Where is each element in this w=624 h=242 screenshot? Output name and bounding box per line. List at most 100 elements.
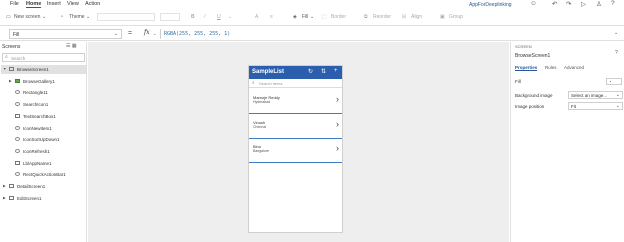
tree-item[interactable]: ▶ DetailScreen1 [1,182,86,191]
new-screen-button[interactable]: New screen [14,14,40,20]
tree-item[interactable]: ▶ BrowseGallery1 [1,77,86,86]
italic-icon[interactable]: / [204,14,205,20]
tab-advanced[interactable]: Advanced [564,65,584,70]
menu-insert[interactable]: Insert [47,1,61,7]
property-select[interactable]: Fill ⌄ [9,29,122,39]
tree-view-panel: Screens ☰ ▦ ⌕ Search ▼ BrowseScreen1 ▶ Brow… [0,42,87,242]
panel-title: Screens [2,44,21,50]
background-image-select[interactable]: Select an image... ⌄ [568,91,623,99]
tree-item[interactable]: ▼ BrowseScreen1 [1,65,86,74]
tree-item[interactable]: TextSearchBox1 [1,112,86,121]
search-placeholder: Search [11,55,26,61]
user-icon[interactable]: ♙ [596,0,602,8]
expand-formula-icon[interactable]: ⌄ [614,30,618,36]
reorder-button[interactable]: Reorder [373,14,391,20]
screen-preview[interactable]: SampleList ↻ ⇅ + ⌕ Search items Mamoje R… [248,65,343,233]
caret-right-icon[interactable]: ▶ [9,79,12,83]
add-icon[interactable]: + [334,68,338,74]
gallery-item-subtitle: Bangalore [253,149,269,153]
tab-rules[interactable]: Rules [545,65,557,70]
fill-button[interactable]: Fill [302,14,308,20]
caret-right-icon[interactable]: ▶ [3,184,6,188]
shape-icon [15,172,20,177]
ribbon: ▭ New screen ⌄ ◔ Theme ⌄ B / U ⌄ A ≡ ◈ F… [0,10,624,26]
background-image-value: Select an image... [571,93,608,98]
align-button[interactable]: Align [411,14,422,20]
bold-icon[interactable]: B [191,14,195,20]
chevron-right-icon[interactable]: › [336,119,339,129]
app-checker-icon[interactable]: ☺ [530,0,537,7]
menu-file[interactable]: File [10,1,19,7]
function-icon[interactable]: fx [144,29,150,36]
menu-action[interactable]: Action [85,1,100,7]
tree-item-label: Rectangle11 [23,90,48,96]
fill-bucket-icon[interactable]: ◈ [293,14,297,20]
tree-item[interactable]: RectQuickActionBar1 [1,170,86,179]
menu-home[interactable]: Home [26,1,42,8]
border-button[interactable]: Border [331,14,346,20]
tree-item[interactable]: IconSortUpDown1 [1,135,86,144]
font-size-down-icon[interactable]: ⌄ [228,14,232,20]
shape-icon [15,137,20,142]
theme-chevron-icon[interactable]: ⌄ [86,14,90,20]
image-position-select[interactable]: Fit ⌄ [568,102,623,110]
reorder-icon[interactable]: ⧉ [364,14,368,20]
font-color-icon[interactable]: A [255,14,258,20]
box-icon [15,160,20,165]
sort-icon[interactable]: ⇅ [321,68,326,75]
align-icon[interactable]: ⊟ [402,14,406,20]
tab-properties[interactable]: Properties [515,65,538,71]
theme-button[interactable]: Theme [69,14,85,20]
chevron-down-icon: ⌄ [113,31,118,37]
gallery-item[interactable]: Vinush Chennai › [249,114,342,139]
search-icon: ⌕ [252,80,255,85]
tree-item-label: EditScreen1 [17,195,42,201]
tree-item[interactable]: LblAppName1 [1,159,86,168]
image-position-value: Fit [571,104,576,109]
tree-item-label: IconRefresh1 [23,148,50,154]
theme-icon[interactable]: ◔ [60,14,63,20]
play-icon[interactable]: ▷ [581,0,586,8]
align-text-icon[interactable]: ≡ [270,14,273,20]
gallery-item[interactable]: Mamoje Reddy Hyderabad › [249,89,342,114]
tree-item[interactable]: IconNewItem1 [1,124,86,133]
underline-icon[interactable]: U [217,14,221,20]
font-size-select[interactable] [160,13,180,21]
gallery-item[interactable]: Binu Bangalore › [249,138,342,163]
fx-chevron-icon[interactable]: ⌄ [153,31,156,36]
list-view-icon[interactable]: ☰ ▦ [66,43,77,49]
undo-icon[interactable]: ↶ [552,0,557,8]
refresh-icon[interactable]: ↻ [308,68,313,75]
group-button[interactable]: Group [449,14,463,20]
border-icon[interactable]: ⬚ [322,14,327,20]
caret-down-icon[interactable]: ▼ [3,67,6,71]
fill-color-picker[interactable]: ◔ [606,78,622,85]
menu-view[interactable]: View [67,1,79,7]
help-icon[interactable]: ? [611,0,615,7]
fill-label: Fill [515,79,521,84]
redo-icon[interactable]: ↷ [566,0,571,8]
help-icon[interactable]: ? [615,50,618,56]
properties-panel: SCREEN BrowseScreen1 ? Properties Rules … [510,42,624,242]
gallery-icon [15,78,20,83]
chevron-right-icon[interactable]: › [336,94,339,104]
group-icon[interactable]: ▣ [440,14,445,20]
new-screen-icon[interactable]: ▭ [6,14,11,20]
tree-search-input[interactable]: ⌕ Search [2,53,85,62]
new-screen-chevron-icon[interactable]: ⌄ [42,14,46,20]
design-canvas[interactable]: SampleList ↻ ⇅ + ⌕ Search items Mamoje R… [88,42,509,242]
formula-input[interactable]: RGBA(255, 255, 255, 1) [160,29,610,39]
tree-item-label: TextSearchBox1 [23,113,56,119]
image-position-label: Image position [515,104,545,109]
font-family-select[interactable] [97,13,155,21]
tree-item[interactable]: IconRefresh1 [1,147,86,156]
tree-item-label: BrowseGallery1 [23,78,55,84]
fill-chevron-icon[interactable]: ⌄ [310,14,314,20]
tree-item[interactable]: ▶ EditScreen1 [1,194,86,203]
chevron-right-icon[interactable]: › [336,143,339,153]
tree-item[interactable]: Rectangle11 [1,88,86,97]
tree-item[interactable]: SearchIcon1 [1,100,86,109]
caret-right-icon[interactable]: ▶ [3,196,6,200]
screen-icon [9,184,14,188]
gallery-search-box[interactable]: ⌕ Search items [249,79,342,88]
